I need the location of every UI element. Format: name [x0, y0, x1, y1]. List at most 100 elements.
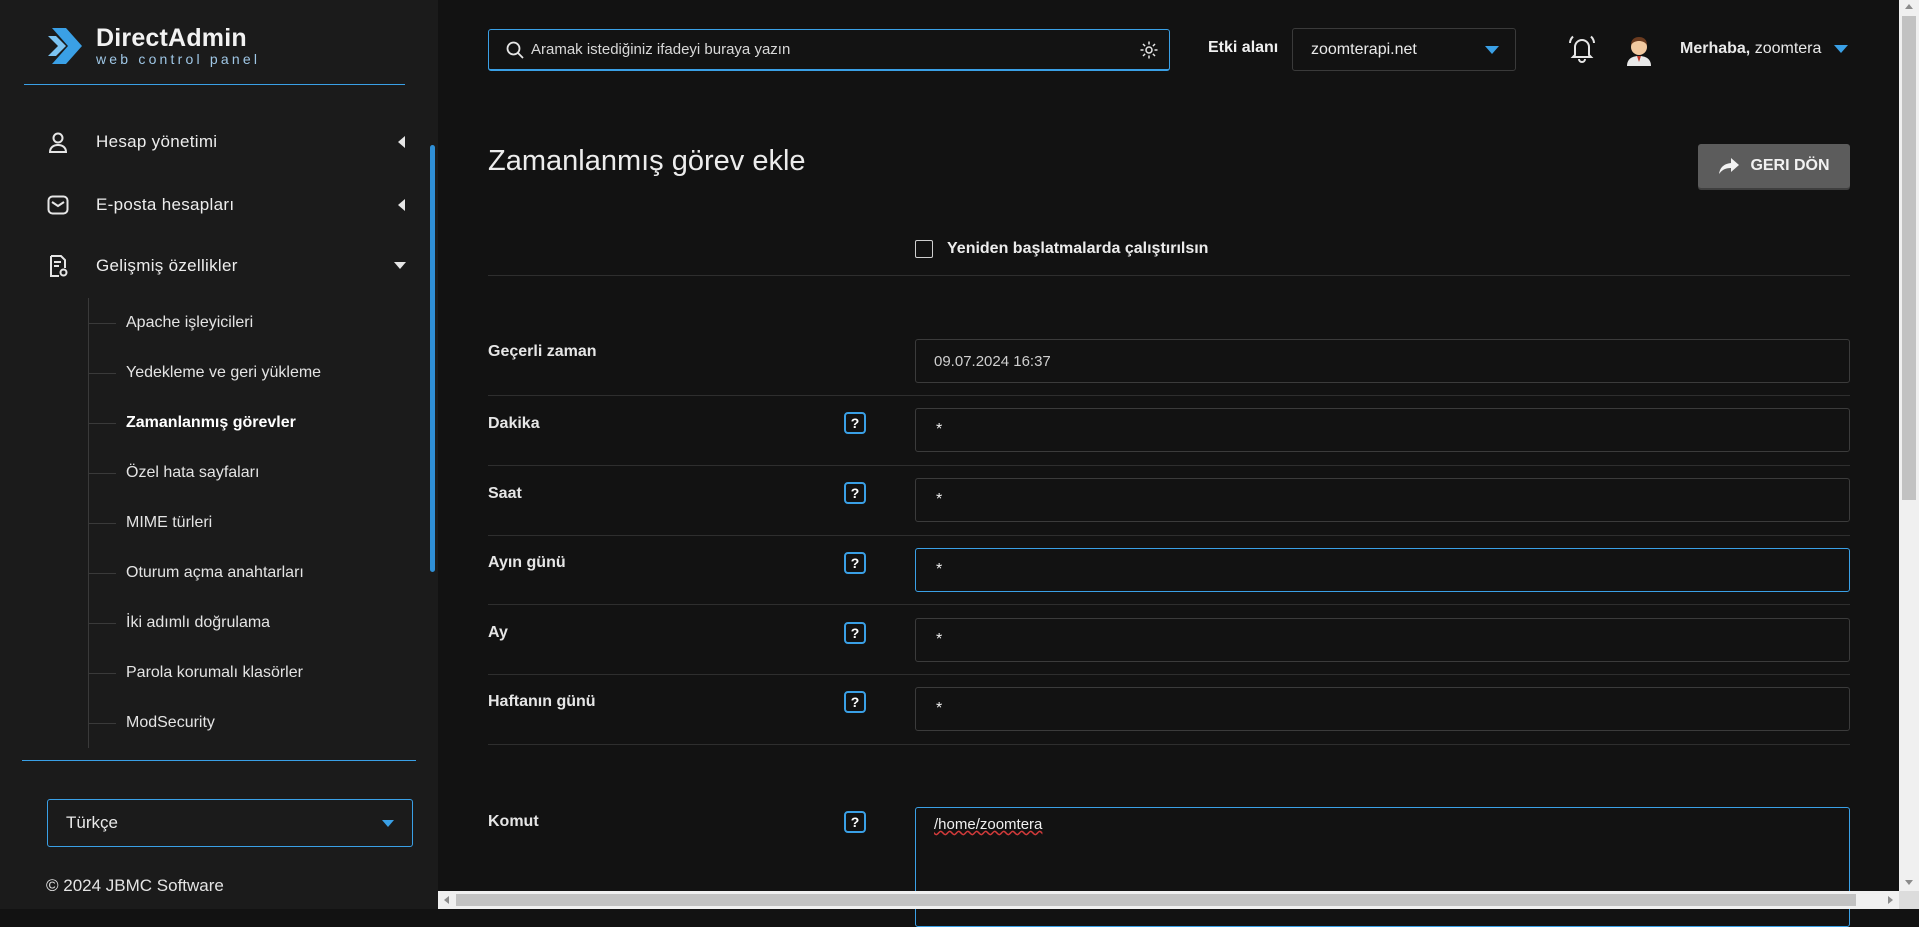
help-icon[interactable]: ?: [844, 811, 866, 833]
back-button-label: GERI DÖN: [1750, 157, 1830, 174]
scroll-up-arrow-icon[interactable]: [1905, 4, 1913, 9]
sidebar-subitem-label: Zamanlanmış görevler: [126, 414, 296, 431]
caret-down-icon[interactable]: [1834, 45, 1848, 54]
directadmin-logo-icon: [48, 28, 82, 64]
divider: [488, 465, 1850, 466]
brand-subtitle: web control panel: [96, 51, 261, 67]
notification-bell-icon[interactable]: [1566, 33, 1598, 65]
sidebar-subitem-login-keys[interactable]: Oturum açma anahtarları: [88, 560, 304, 586]
divider: [22, 760, 416, 761]
sidebar-subitem-protected-dirs[interactable]: Parola korumalı klasörler: [88, 660, 303, 686]
sidebar-subitem-apache-handlers[interactable]: Apache işleyicileri: [88, 310, 253, 336]
language-value: Türkçe: [66, 813, 118, 832]
sidebar-scrollbar[interactable]: [430, 145, 435, 572]
domain-label: Etki alanı: [1208, 39, 1279, 56]
sidebar-subitem-label: Oturum açma anahtarları: [126, 564, 304, 581]
day-of-month-label: Ayın günü: [488, 554, 566, 571]
day-of-month-field[interactable]: [915, 548, 1850, 592]
gear-icon[interactable]: [1139, 40, 1159, 60]
search-box[interactable]: [488, 29, 1170, 71]
help-icon[interactable]: ?: [844, 691, 866, 713]
reboot-option: Yeniden başlatmalarda çalıştırılsın: [915, 240, 1208, 258]
current-time-field: 09.07.2024 16:37: [915, 339, 1850, 383]
sidebar-subitem-label: MIME türleri: [126, 514, 213, 531]
current-time-value: 09.07.2024 16:37: [934, 352, 1051, 370]
minute-field[interactable]: [915, 408, 1850, 452]
sidebar-subitem-custom-error-pages[interactable]: Özel hata sayfaları: [88, 460, 259, 486]
sidebar-item-email-accounts[interactable]: E-posta hesapları: [46, 190, 416, 220]
hour-label: Saat: [488, 485, 522, 502]
help-icon[interactable]: ?: [844, 412, 866, 434]
brand-title: DirectAdmin: [96, 24, 247, 52]
divider: [488, 674, 1850, 675]
caret-left-icon: [398, 136, 405, 148]
avatar[interactable]: [1622, 32, 1656, 66]
search-input[interactable]: [529, 40, 1139, 59]
greeting-prefix: Merhaba,: [1680, 40, 1751, 57]
sidebar-subitem-mime-types[interactable]: MIME türleri: [88, 510, 212, 536]
sidebar-subitem-label: Yedekleme ve geri yükleme: [126, 364, 322, 381]
sidebar-item-advanced-features[interactable]: Gelişmiş özellikler: [46, 251, 416, 281]
sidebar-subitem-label: İki adımlı doğrulama: [126, 614, 271, 631]
reboot-checkbox-label: Yeniden başlatmalarda çalıştırılsın: [947, 240, 1209, 257]
minute-label: Dakika: [488, 415, 540, 432]
scrollbar-thumb[interactable]: [456, 894, 1856, 906]
copyright: © 2024 JBMC Software: [46, 876, 224, 895]
caret-down-icon: [382, 820, 394, 827]
sidebar-subitem-label: Apache işleyicileri: [126, 314, 254, 331]
vertical-scrollbar[interactable]: [1899, 0, 1919, 891]
share-arrow-icon: [1719, 158, 1740, 174]
minute-input[interactable]: [934, 420, 1849, 440]
domain-value: zoomterapi.net: [1311, 40, 1417, 58]
divider: [488, 535, 1850, 536]
domain-select[interactable]: zoomterapi.net: [1292, 28, 1516, 71]
divider: [488, 275, 1850, 276]
sidebar-subitem-label: ModSecurity: [126, 714, 215, 731]
command-label: Komut: [488, 813, 539, 830]
hour-field[interactable]: [915, 478, 1850, 522]
user-icon: [46, 130, 70, 154]
day-of-week-field[interactable]: [915, 687, 1850, 731]
scroll-right-arrow-icon[interactable]: [1888, 896, 1893, 904]
reboot-checkbox[interactable]: [915, 240, 933, 258]
username: zoomtera: [1754, 40, 1822, 57]
sidebar-subitem-label: Parola korumalı klasörler: [126, 664, 303, 681]
divider: [488, 395, 1850, 396]
hour-input[interactable]: [934, 490, 1849, 510]
search-icon: [506, 41, 524, 59]
user-greeting[interactable]: Merhaba, zoomtera: [1680, 40, 1821, 58]
sidebar-subitem-backup-restore[interactable]: Yedekleme ve geri yükleme: [88, 360, 321, 386]
month-label: Ay: [488, 624, 508, 641]
help-icon[interactable]: ?: [844, 482, 866, 504]
language-select[interactable]: Türkçe: [47, 799, 413, 847]
brand-logo[interactable]: DirectAdmin web control panel: [48, 24, 260, 68]
scroll-down-arrow-icon[interactable]: [1905, 880, 1913, 885]
sidebar-subitem-cron-jobs[interactable]: Zamanlanmış görevler: [88, 410, 296, 436]
divider: [488, 604, 1850, 605]
current-time-label: Geçerli zaman: [488, 343, 597, 360]
caret-down-icon: [1485, 46, 1499, 54]
help-icon[interactable]: ?: [844, 622, 866, 644]
page-title: Zamanlanmış görev ekle: [488, 145, 806, 177]
horizontal-scrollbar[interactable]: [438, 891, 1919, 909]
mail-icon: [46, 193, 70, 217]
help-icon[interactable]: ?: [844, 552, 866, 574]
sidebar-subitem-two-step-auth[interactable]: İki adımlı doğrulama: [88, 610, 270, 636]
month-field[interactable]: [915, 618, 1850, 662]
caret-left-icon: [398, 199, 405, 211]
month-input[interactable]: [934, 630, 1849, 650]
back-button[interactable]: GERI DÖN: [1698, 144, 1850, 188]
command-textarea[interactable]: /home/zoomtera: [915, 807, 1850, 927]
scroll-left-arrow-icon[interactable]: [444, 896, 449, 904]
scrollbar-thumb[interactable]: [1902, 16, 1916, 500]
day-of-week-input[interactable]: [934, 699, 1849, 719]
day-of-month-input[interactable]: [934, 560, 1849, 580]
sidebar-item-label: Hesap yönetimi: [96, 132, 218, 151]
advanced-features-icon: [46, 254, 70, 278]
sidebar-item-label: E-posta hesapları: [96, 195, 235, 214]
scrollbar-corner: [1899, 891, 1919, 909]
sidebar-item-account-management[interactable]: Hesap yönetimi: [46, 127, 416, 157]
sidebar-subitem-modsecurity[interactable]: ModSecurity: [88, 710, 215, 736]
divider: [24, 84, 405, 85]
caret-down-icon: [394, 262, 406, 269]
